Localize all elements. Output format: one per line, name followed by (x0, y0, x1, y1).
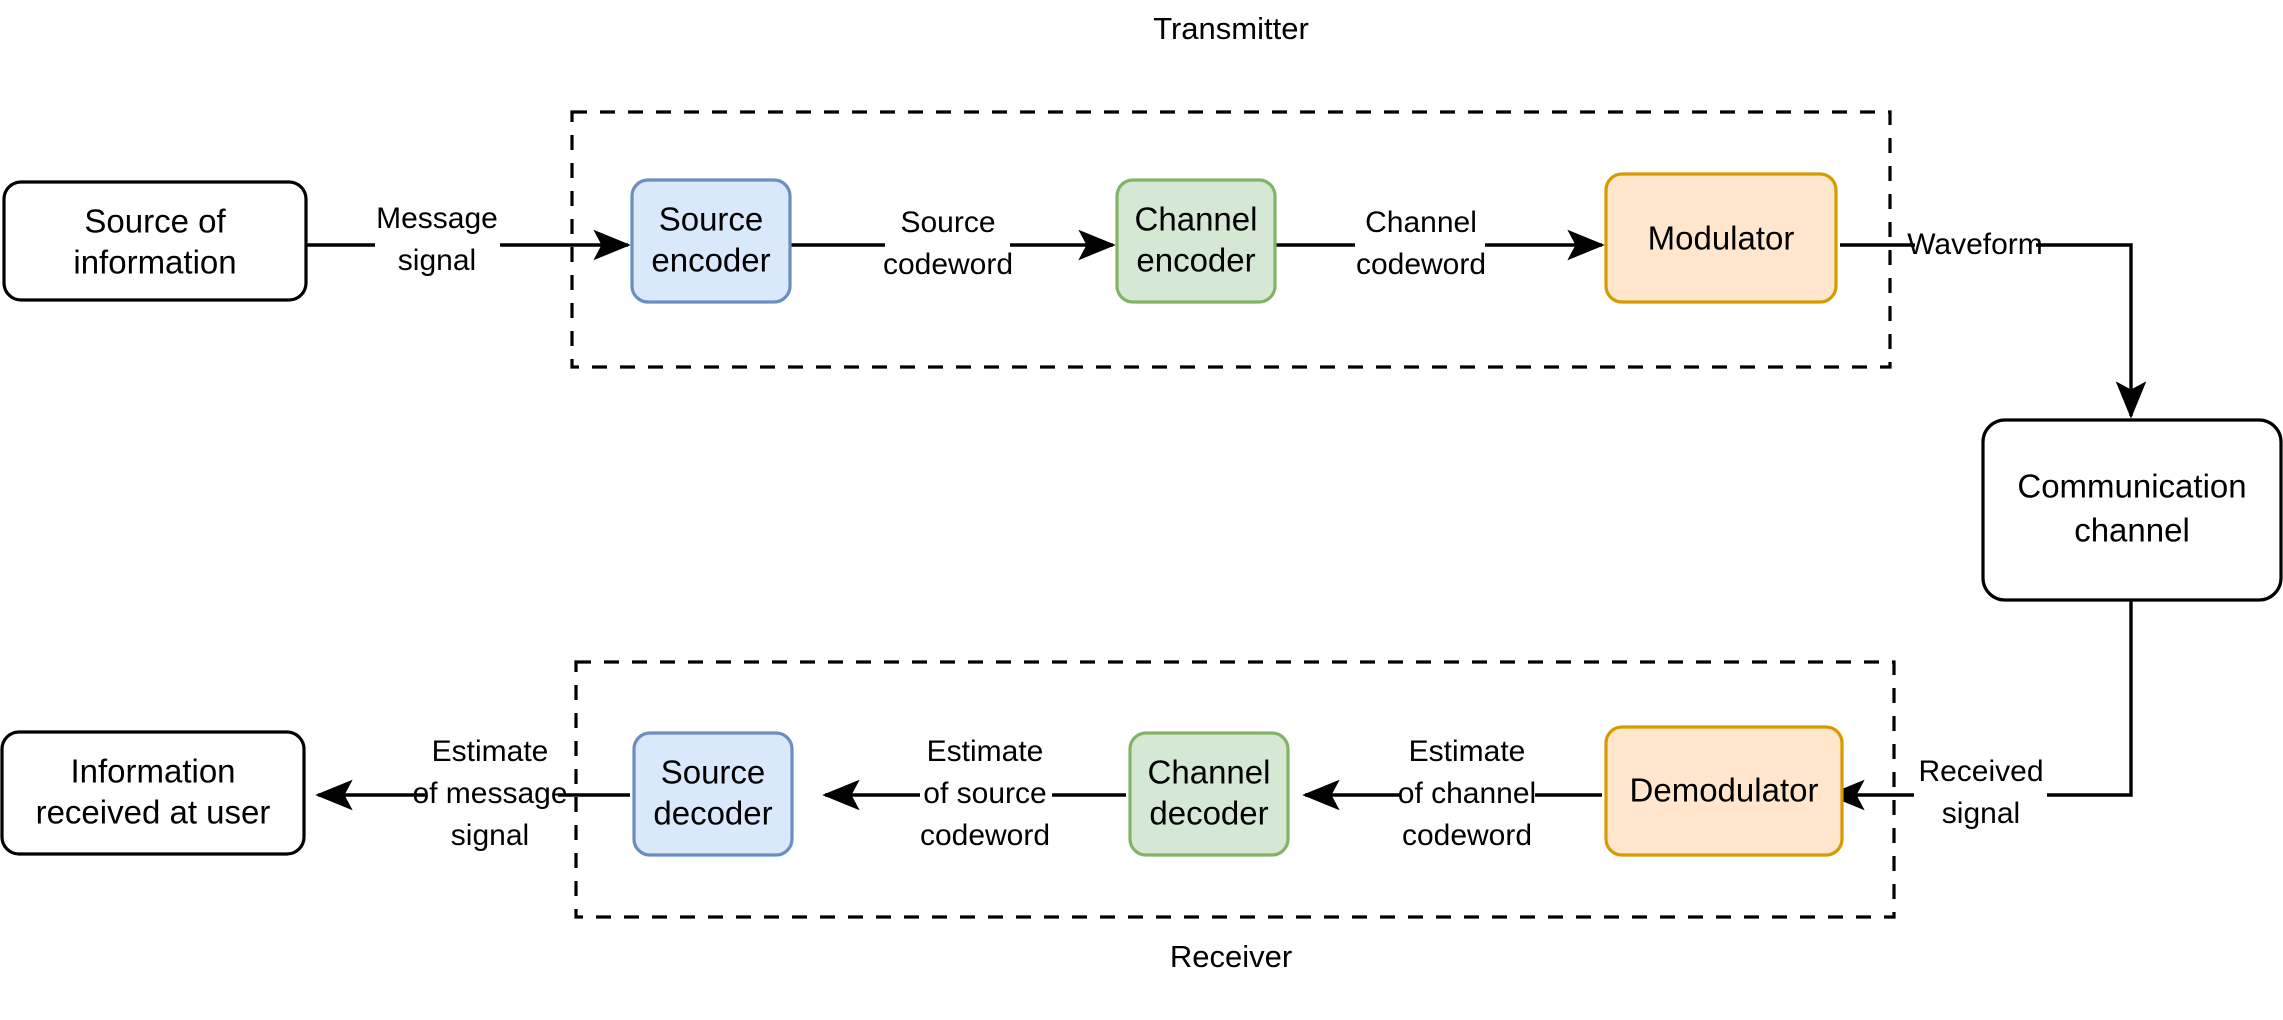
communication-system-block-diagram: Transmitter Receiver Source of informati… (0, 0, 2283, 1020)
message-signal-line2: signal (398, 244, 476, 277)
information-received-label-line2: received at user (36, 794, 271, 831)
node-channel-encoder[interactable]: Channel encoder (1115, 178, 1277, 304)
received-signal-line2: signal (1942, 797, 2020, 830)
demodulator-label-line1: Demodulator (1630, 772, 1819, 809)
diagram-canvas: Transmitter Receiver Source of informati… (0, 11, 2283, 974)
channel-decoder-label-line1: Channel (1148, 754, 1271, 791)
edge-label-estimate-of-message-signal: Estimate of message signal (412, 735, 567, 852)
estimate-channel-codeword-line3: codeword (1402, 819, 1532, 852)
edge-label-waveform: Waveform (1907, 228, 2043, 261)
edge-waveform-to-channel (2036, 243, 2147, 419)
estimate-source-codeword-line3: codeword (920, 819, 1050, 852)
node-channel-decoder[interactable]: Channel decoder (1128, 731, 1290, 857)
source-encoder-label-line1: Source (659, 201, 764, 238)
estimate-message-signal-line2: of message (412, 777, 567, 810)
node-source-decoder[interactable]: Source decoder (632, 731, 794, 857)
node-demodulator[interactable]: Demodulator (1604, 725, 1844, 857)
communication-channel-box[interactable] (1981, 418, 2283, 602)
channel-codeword-line2: codeword (1356, 248, 1486, 281)
edge-label-estimate-of-channel-codeword: Estimate of channel codeword (1398, 735, 1536, 852)
node-modulator[interactable]: Modulator (1604, 172, 1838, 304)
estimate-channel-codeword-line2: of channel (1398, 777, 1536, 810)
modulator-label-line1: Modulator (1648, 220, 1795, 257)
receiver-group-label: Receiver (1170, 939, 1292, 974)
source-encoder-label-line2: encoder (651, 242, 770, 279)
source-codeword-line1: Source (900, 206, 995, 239)
edge-label-estimate-of-source-codeword: Estimate of source codeword (920, 735, 1050, 852)
source-decoder-label-line1: Source (661, 754, 766, 791)
source-of-information-label-line1: Source of (84, 203, 226, 240)
transmitter-group-label: Transmitter (1153, 11, 1309, 46)
communication-channel-label-line2: channel (2074, 512, 2190, 549)
source-of-information-box[interactable] (2, 180, 308, 302)
edge-channel-to-received-signal (2047, 600, 2133, 797)
estimate-channel-codeword-line1: Estimate (1409, 735, 1526, 768)
estimate-message-signal-line3: signal (451, 819, 529, 852)
node-source-of-information[interactable]: Source of information (2, 180, 308, 302)
channel-decoder-label-line2: decoder (1149, 795, 1268, 832)
received-signal-line1: Received (1918, 755, 2043, 788)
edge-label-channel-codeword: Channel codeword (1356, 206, 1486, 281)
waveform-line1: Waveform (1907, 228, 2043, 261)
edge-label-source-codeword: Source codeword (883, 206, 1013, 281)
node-communication-channel[interactable]: Communication channel (1981, 418, 2283, 602)
communication-channel-label-line1: Communication (2017, 468, 2246, 505)
estimate-source-codeword-line1: Estimate (927, 735, 1044, 768)
channel-encoder-label-line2: encoder (1136, 242, 1255, 279)
edge-label-received-signal: Received signal (1918, 755, 2043, 830)
source-decoder-label-line2: decoder (653, 795, 772, 832)
source-of-information-label-line2: information (73, 244, 236, 281)
estimate-source-codeword-line2: of source (923, 777, 1046, 810)
channel-codeword-line1: Channel (1365, 206, 1477, 239)
message-signal-line1: Message (376, 202, 498, 235)
node-source-encoder[interactable]: Source encoder (630, 178, 792, 304)
information-received-label-line1: Information (70, 753, 235, 790)
edge-label-message-signal: Message signal (376, 202, 498, 277)
estimate-message-signal-line1: Estimate (432, 735, 549, 768)
node-information-received-at-user[interactable]: Information received at user (0, 730, 306, 856)
channel-encoder-label-line1: Channel (1135, 201, 1258, 238)
source-codeword-line2: codeword (883, 248, 1013, 281)
